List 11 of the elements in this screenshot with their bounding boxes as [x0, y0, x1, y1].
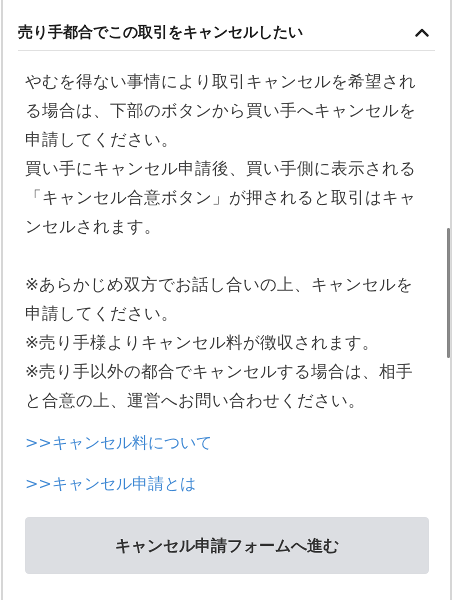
help-link[interactable]: >>キャンセル料について [25, 431, 212, 455]
section-title: 売り手都合でこの取引をキャンセルしたい [18, 22, 303, 43]
help-link[interactable]: >>キャンセル申請とは [25, 472, 196, 496]
body-text: ※あらかじめ双方でお話し合いの上、キャンセルを申請してください。 [25, 274, 414, 325]
body-text: 買い手にキャンセル申請後、買い手側に表示される「キャンセル合意ボタン」が押されると取引はキャンセルされます。 [25, 158, 417, 238]
body-text: ※売り手以外の都合でキャンセルする場合は、相手と合意の上、運営へお問い合わせください。 [25, 361, 414, 412]
scrollbar[interactable] [447, 228, 450, 358]
body-text: やむを得ない事情により取引キャンセルを希望される場合は、下部のボタンから買い手へキャンセルを申請してください。 [25, 71, 417, 151]
body-text: ※売り手様よりキャンセル料が徴収されます。 [25, 332, 380, 354]
chevron-up-icon[interactable] [415, 28, 429, 36]
cancel-request-button[interactable]: キャンセル申請フォームへ進む [25, 517, 429, 574]
